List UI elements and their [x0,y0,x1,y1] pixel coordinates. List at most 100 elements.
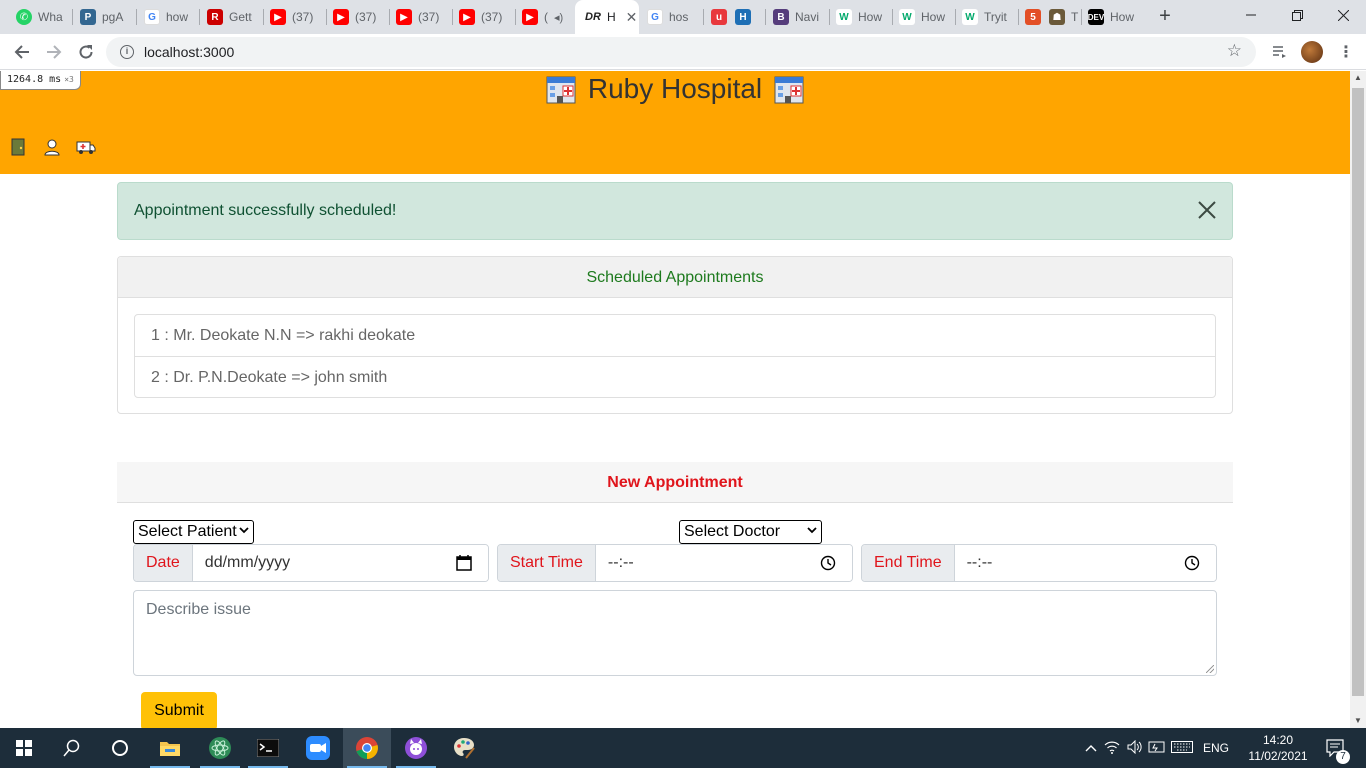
tab-google-how[interactable]: G how [138,5,198,29]
tab-hospital[interactable]: H [729,5,761,29]
zoom-icon [306,736,330,760]
tab-rails-getting-started[interactable]: R Gett [201,5,261,29]
tab-label: (37) [355,10,377,24]
wifi-icon[interactable] [1100,740,1124,757]
more-vert-icon: ⋮ [1338,44,1354,61]
chevron-down-icon [239,525,249,537]
hospital-icon: H [735,9,751,25]
scrollbar-thumb[interactable] [1352,88,1364,696]
tab-dev-to[interactable]: DEV How [1082,5,1142,29]
taskbar-chrome[interactable] [343,728,391,768]
submit-button[interactable]: Submit [141,692,217,728]
search-button[interactable] [48,728,96,768]
taskbar-zoom[interactable] [294,728,342,768]
minimize-icon [1246,14,1256,16]
tab-robot[interactable]: ☗ T [1043,5,1079,29]
end-time-value: --:-- [966,554,993,571]
end-time-field[interactable]: --:-- [954,545,1216,581]
resize-handle[interactable] [1206,665,1214,673]
speaker-icon: ◂) [554,11,564,24]
close-tab-icon[interactable]: ✕ [626,9,638,26]
tab-youtube-2[interactable]: ▶ (37) [327,5,387,29]
close-window-button[interactable] [1320,0,1366,30]
restore-button[interactable] [1274,0,1320,30]
card-title: Scheduled Appointments [118,257,1232,298]
reload-button[interactable] [72,38,100,66]
tab-youtube-playing[interactable]: ▶ ( ◂) [516,5,574,29]
tab-youtube-4[interactable]: ▶ (37) [453,5,513,29]
patient-icon[interactable] [42,137,62,157]
tab-whatsapp[interactable]: ✆ Wha [10,5,70,29]
keyboard-icon[interactable] [1168,740,1196,756]
taskbar-terminal[interactable] [244,728,292,768]
tab-youtube-1[interactable]: ▶ (37) [264,5,324,29]
windows-logo-icon [16,740,32,756]
terminal-icon [257,739,279,757]
scroll-up-arrow-icon[interactable]: ▲ [1350,71,1366,85]
youtube-icon: ▶ [270,9,286,25]
bookmark-star-icon[interactable]: ☆ [1227,41,1242,61]
calendar-icon[interactable] [456,555,472,571]
task-view-button[interactable] [96,728,144,768]
search-icon [63,739,80,757]
palette-icon [454,738,475,759]
taskbar-atom[interactable] [196,728,244,768]
playlist-icon [1273,46,1286,58]
media-control-button[interactable] [1268,40,1292,64]
minimize-button[interactable] [1228,0,1274,30]
cortana-circle-icon [112,740,128,756]
tab-label: Navi [795,10,820,24]
rails-icon: R [207,9,223,25]
whatsapp-icon: ✆ [16,9,32,25]
clock-icon[interactable] [1184,555,1200,571]
taskbar-paint[interactable] [440,728,488,768]
clock-icon[interactable] [820,555,836,571]
robot-icon: ☗ [1049,9,1065,25]
tab-youtube-3[interactable]: ▶ (37) [390,5,450,29]
issue-description-textarea[interactable]: Describe issue [133,590,1217,676]
date-field[interactable]: dd/mm/yyyy [192,545,488,581]
browser-menu-button[interactable]: ⋮ [1334,40,1358,64]
ambulance-icon[interactable] [76,137,96,157]
start-button[interactable] [0,728,48,768]
back-button[interactable] [8,38,36,66]
alert-close-button[interactable] [1196,200,1218,222]
start-time-value: --:-- [607,554,634,571]
tab-w3-how-2[interactable]: W How [893,5,953,29]
textarea-placeholder: Describe issue [146,601,251,618]
tab-w3-how-1[interactable]: W How [830,5,890,29]
tab-google-hospital[interactable]: G hos [641,5,701,29]
start-time-field[interactable]: --:-- [595,545,852,581]
address-bar[interactable]: i localhost:3000 ☆ [106,37,1256,67]
taskbar-file-explorer[interactable] [146,728,194,768]
tab-label: pgA [102,10,124,24]
youtube-icon: ▶ [396,9,412,25]
profile-button[interactable] [1300,40,1324,64]
tab-w3-tryit[interactable]: W Tryit [956,5,1016,29]
tab-label: How [858,10,883,24]
tab-label: (37) [418,10,440,24]
scheduled-appointments-card: Scheduled Appointments 1 : Mr. Deokate N… [117,256,1233,414]
action-center-button[interactable]: 7 [1322,728,1350,768]
tab-pgadmin[interactable]: P pgA [74,5,134,29]
tab-bootstrap-navbar[interactable]: B Navi [767,5,827,29]
taskbar-clock[interactable]: 14:20 11/02/2021 [1248,732,1308,764]
doctor-select[interactable]: Select Doctor [679,520,822,544]
tab-active-ruby-hospital[interactable]: DR H ✕ [575,0,639,34]
battery-icon[interactable] [1146,740,1168,757]
taskbar-github-desktop[interactable] [392,728,440,768]
new-tab-button[interactable]: + [1154,6,1176,28]
tab-label: (37) [292,10,314,24]
tab-ublock[interactable]: u [705,5,729,29]
patient-select[interactable]: Select Patient [133,520,254,544]
language-indicator[interactable]: ENG [1196,741,1236,755]
page-scrollbar[interactable]: ▲ ▼ [1350,71,1366,728]
site-info-icon[interactable]: i [120,45,134,59]
chevron-up-icon[interactable] [1082,741,1100,755]
tab-html5[interactable]: 5 [1019,5,1043,29]
forward-button[interactable] [40,38,68,66]
volume-icon[interactable] [1124,739,1146,757]
door-icon[interactable] [8,137,28,157]
tab-label: T [1071,10,1079,24]
scroll-down-arrow-icon[interactable]: ▼ [1350,714,1366,728]
